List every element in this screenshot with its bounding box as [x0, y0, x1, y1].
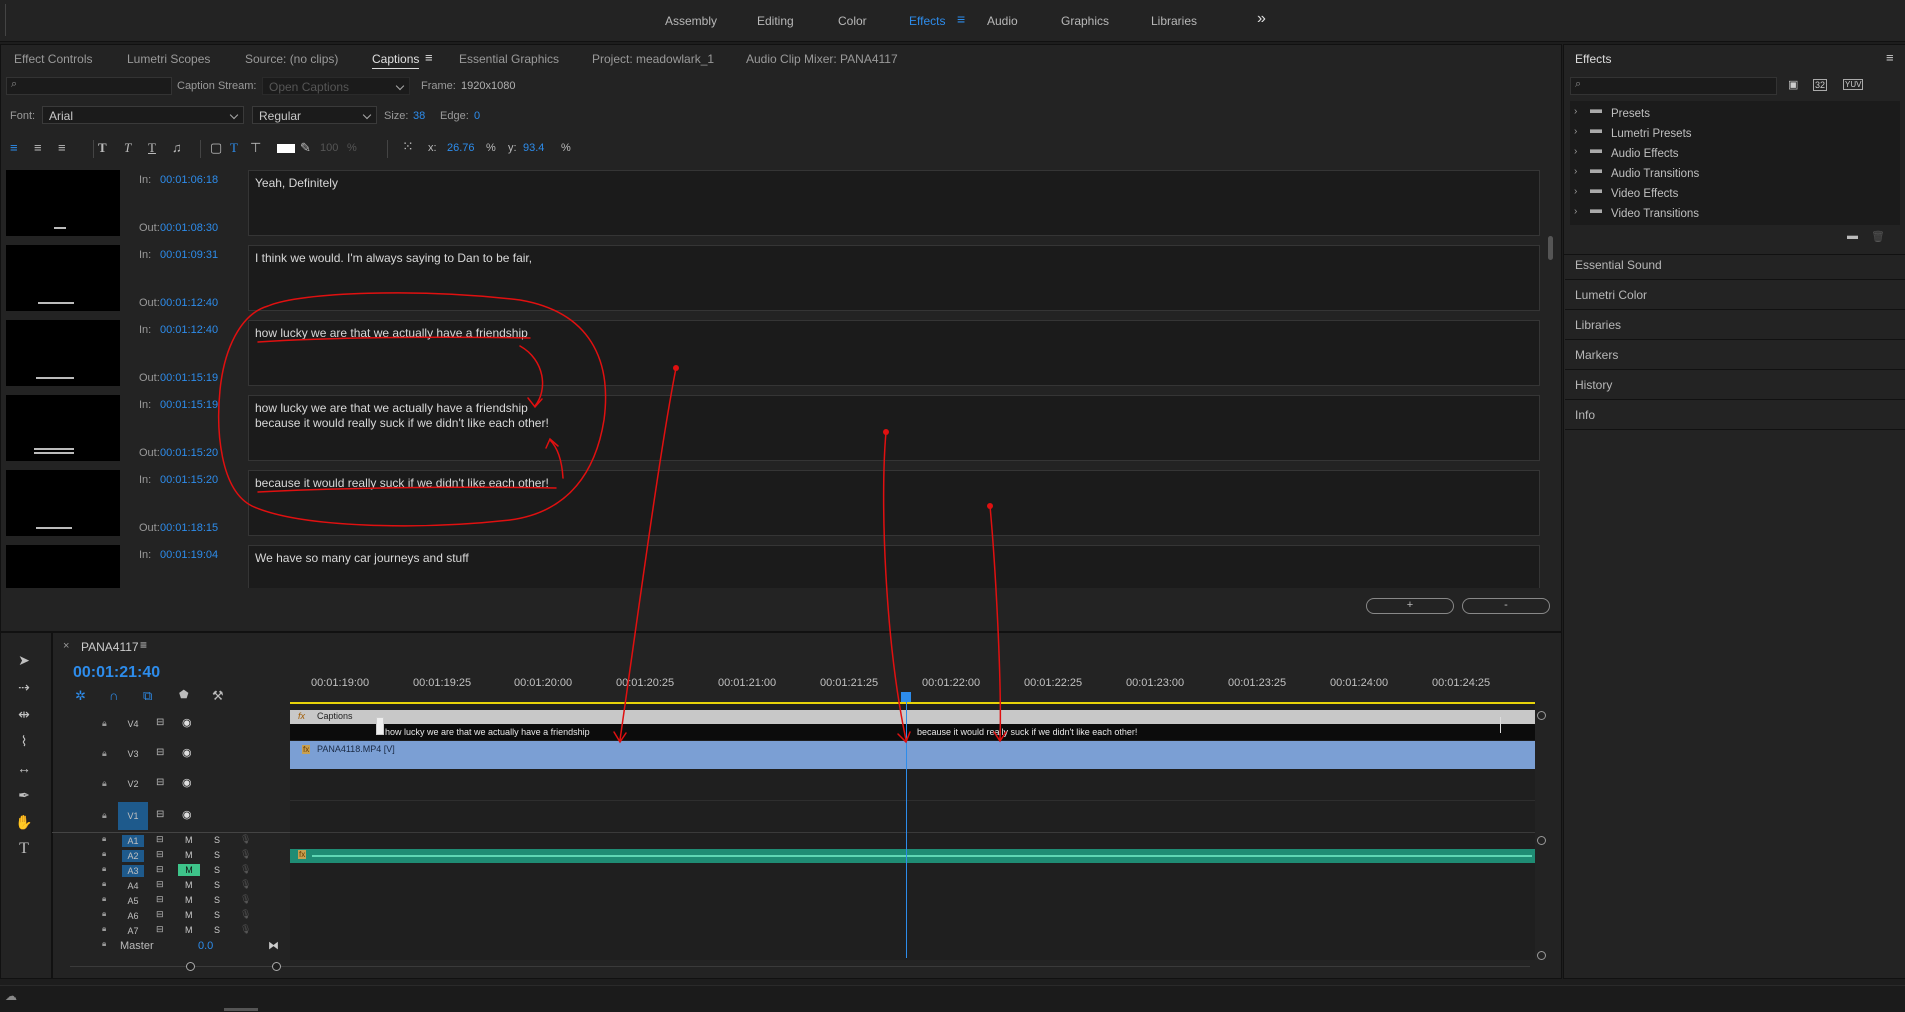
arrowhead [545, 437, 559, 449]
underline-1 [257, 336, 531, 343]
annotation-arrow-3 [989, 505, 1002, 741]
annotation-dot [673, 365, 679, 371]
underline-2 [257, 486, 557, 493]
annotation-arrow-2 [882, 431, 907, 741]
annotation-arrow-1 [619, 367, 677, 741]
annotation-dot [987, 503, 993, 509]
annotation-dot [883, 429, 889, 435]
curved-arrow-2 [549, 439, 564, 479]
red-annotation-overlay [218, 292, 1007, 744]
curved-arrow-1 [519, 345, 544, 407]
